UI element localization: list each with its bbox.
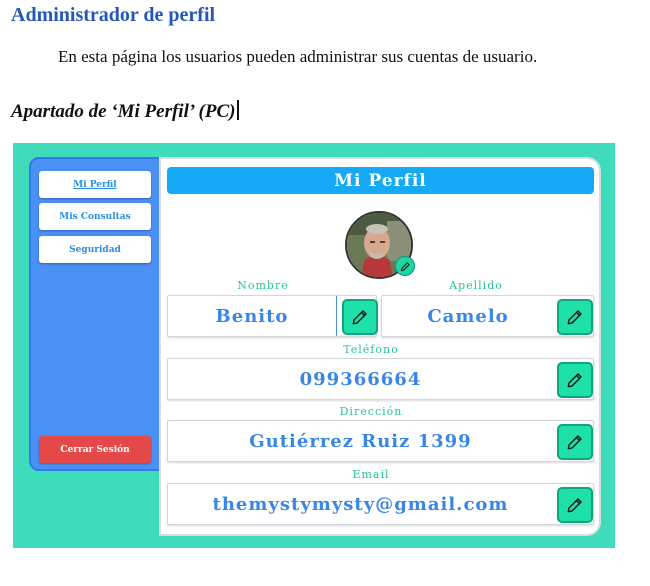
edit-email-button[interactable] (557, 487, 593, 523)
edit-direccion-button[interactable] (557, 424, 593, 460)
pencil-icon (567, 498, 582, 513)
document-subtitle: Apartado de ‘Mi Perfil’ (PC) (11, 100, 240, 123)
field-divider (336, 296, 337, 336)
telefono-value: 099366664 (299, 368, 422, 390)
pencil-icon (567, 435, 582, 450)
nombre-value: Benito (215, 305, 289, 327)
edit-apellido-button[interactable] (557, 299, 593, 335)
pencil-icon (567, 310, 582, 325)
document-subtitle-text: Apartado de ‘Mi Perfil’ (PC) (11, 101, 236, 122)
edit-nombre-button[interactable] (342, 299, 378, 335)
nombre-field: Benito (167, 295, 378, 337)
document-paragraph: En esta página los usuarios pueden admin… (58, 47, 538, 66)
direccion-value: Gutiérrez Ruiz 1399 (249, 430, 472, 452)
avatar-edit-button[interactable] (395, 256, 415, 276)
apellido-value: Camelo (427, 305, 509, 327)
logout-button[interactable]: Cerrar Sesión (39, 436, 151, 463)
profile-header: Mi Perfil (167, 167, 594, 194)
email-label: Email (352, 468, 390, 481)
profile-header-title: Mi Perfil (334, 170, 427, 191)
telefono-field: 099366664 (167, 358, 594, 400)
pencil-icon (567, 373, 582, 388)
direccion-field: Gutiérrez Ruiz 1399 (167, 420, 594, 462)
sidebar-item-label: Mis Consultas (59, 211, 131, 222)
nombre-label: Nombre (237, 279, 289, 292)
profile-card: Mi Perfil Nombre Benito Apellido Camelo … (159, 157, 601, 536)
pencil-icon (352, 310, 367, 325)
pencil-icon (400, 261, 410, 271)
sidebar-item-mis-consultas[interactable]: Mis Consultas (39, 203, 151, 230)
edit-telefono-button[interactable] (557, 362, 593, 398)
telefono-label: Teléfono (343, 343, 399, 356)
sidebar-item-mi-perfil[interactable]: Mi Perfil (39, 171, 151, 198)
email-value: themystymysty@gmail.com (212, 493, 509, 515)
apellido-field: Camelo (381, 295, 594, 337)
direccion-label: Dirección (339, 405, 403, 418)
logout-label: Cerrar Sesión (60, 444, 130, 455)
document-title: Administrador de perfil (11, 4, 216, 26)
sidebar: Mi Perfil Mis Consultas Seguridad Cerrar… (29, 157, 163, 471)
profile-screenshot: Mi Perfil Mis Consultas Seguridad Cerrar… (13, 143, 615, 548)
email-field: themystymysty@gmail.com (167, 483, 594, 525)
sidebar-item-label: Seguridad (69, 244, 121, 255)
sidebar-item-label: Mi Perfil (73, 179, 117, 190)
text-cursor (237, 100, 240, 120)
apellido-label: Apellido (449, 279, 503, 292)
sidebar-item-seguridad[interactable]: Seguridad (39, 236, 151, 263)
